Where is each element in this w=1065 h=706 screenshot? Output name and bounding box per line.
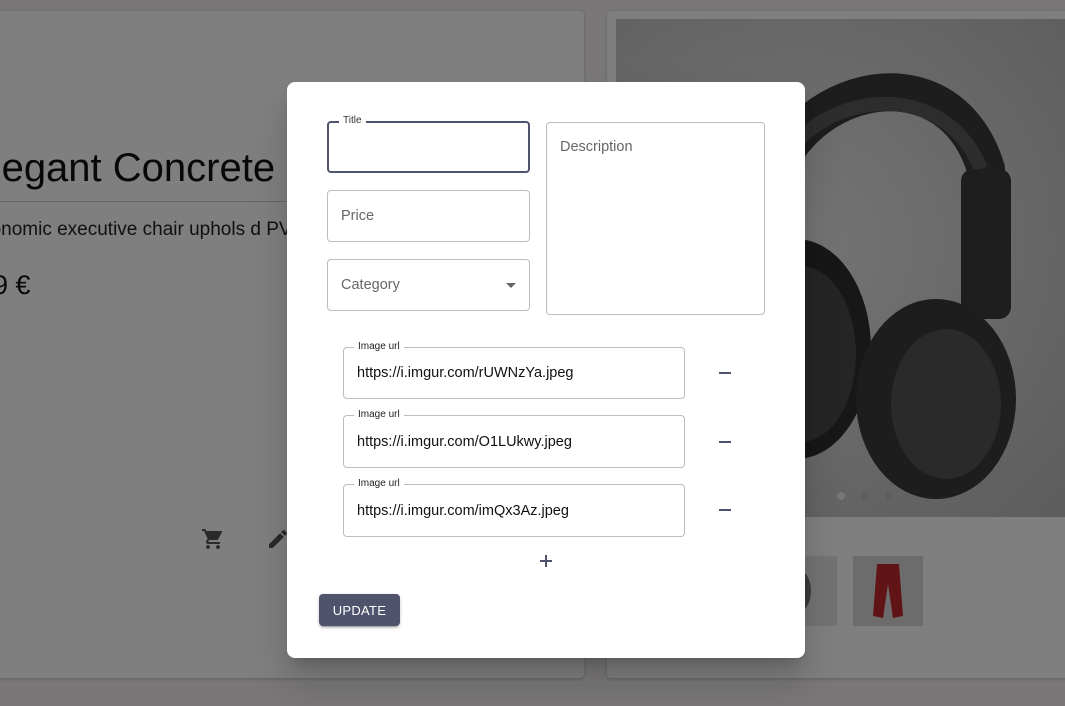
category-placeholder: Category: [341, 277, 400, 293]
image-url-field[interactable]: Image url https://i.imgur.com/O1LUkwy.jp…: [343, 409, 685, 468]
edit-product-modal: Title Price Category Description Image u…: [287, 82, 805, 658]
remove-image-url-button[interactable]: [710, 495, 740, 525]
minus-icon: [719, 509, 731, 511]
remove-image-url-button[interactable]: [710, 358, 740, 388]
price-field[interactable]: Price: [327, 190, 530, 242]
minus-icon: [719, 372, 731, 374]
plus-icon: [540, 555, 552, 567]
add-image-url-button[interactable]: [531, 546, 561, 576]
minus-icon: [719, 441, 731, 443]
description-placeholder: Description: [560, 139, 633, 155]
price-placeholder: Price: [341, 208, 375, 224]
image-url-value: https://i.imgur.com/imQx3Az.jpeg: [357, 502, 569, 519]
description-field[interactable]: Description: [546, 122, 765, 315]
title-label: Title: [339, 115, 366, 127]
image-url-value: https://i.imgur.com/O1LUkwy.jpeg: [357, 433, 572, 450]
image-url-label: Image url: [354, 341, 404, 353]
update-button[interactable]: UPDATE: [319, 594, 400, 626]
image-url-field[interactable]: Image url https://i.imgur.com/rUWNzYa.jp…: [343, 341, 685, 399]
image-url-label: Image url: [354, 478, 404, 490]
title-field[interactable]: Title: [327, 115, 530, 173]
remove-image-url-button[interactable]: [710, 427, 740, 457]
category-select[interactable]: Category: [327, 259, 530, 311]
image-url-label: Image url: [354, 409, 404, 421]
chevron-down-icon: [506, 283, 516, 288]
image-url-field[interactable]: Image url https://i.imgur.com/imQx3Az.jp…: [343, 478, 685, 537]
image-url-value: https://i.imgur.com/rUWNzYa.jpeg: [357, 365, 574, 381]
